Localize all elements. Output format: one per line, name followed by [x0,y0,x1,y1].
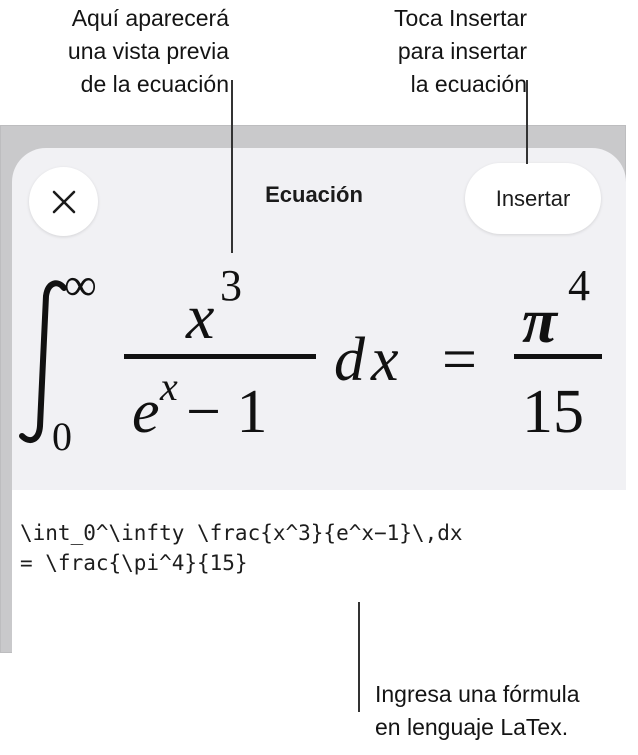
callout-insert-line-2: para insertar [397,38,527,64]
close-button[interactable] [29,167,98,236]
numerator-exponent: 3 [220,261,242,310]
callout-latex: Ingresa una fórmula en lenguaje LaTex. [375,678,580,744]
callout-insert-line-3: la ecuación [410,71,527,97]
latex-line-2: = \frac{\pi^4}{15} [20,551,248,575]
denominator-rest: − 1 [186,378,267,446]
equation-preview: ∞ 0 x 3 e x − 1 dx = π 4 15 [19,259,602,459]
leader-line-insert [526,80,528,164]
fraction-bar [124,354,316,359]
insert-button[interactable]: Insertar [465,163,601,234]
callout-insert-line-1: Toca Insertar [394,5,527,31]
leader-line-latex [358,602,360,712]
sheet-title: Ecuación [265,182,363,207]
integral-upper-limit: ∞ [64,259,97,310]
close-icon [52,190,75,213]
latex-input[interactable]: \int_0^\infty \frac{x^3}{e^x−1}\,dx = \fr… [20,518,620,578]
numerator-base: x [185,281,214,352]
equals-sign: = [442,326,477,394]
callout-preview-line-2: una vista previa [67,38,229,64]
callout-latex-line-1: Ingresa una fórmula [375,681,580,707]
denominator-base: e [132,378,160,446]
integral-lower-limit: 0 [52,414,72,459]
callout-insert: Toca Insertar para insertar la ecuación [330,2,527,101]
callout-preview-line-3: de la ecuación [80,71,229,97]
rhs-denominator: 15 [522,378,584,446]
rhs-numerator-exponent: 4 [568,261,590,310]
leader-line-preview [231,80,233,253]
callout-preview-line-1: Aquí aparecerá [71,5,229,31]
callout-preview: Aquí aparecerá una vista previa de la ec… [14,2,229,101]
denominator-exponent: x [159,364,178,409]
differential: dx [334,326,405,394]
rhs-fraction-bar [514,354,602,359]
rhs-numerator-base: π [522,285,559,356]
callout-latex-line-2: en lenguaje LaTex. [375,714,569,740]
latex-line-1: \int_0^\infty \frac{x^3}{e^x−1}\,dx [20,521,463,545]
